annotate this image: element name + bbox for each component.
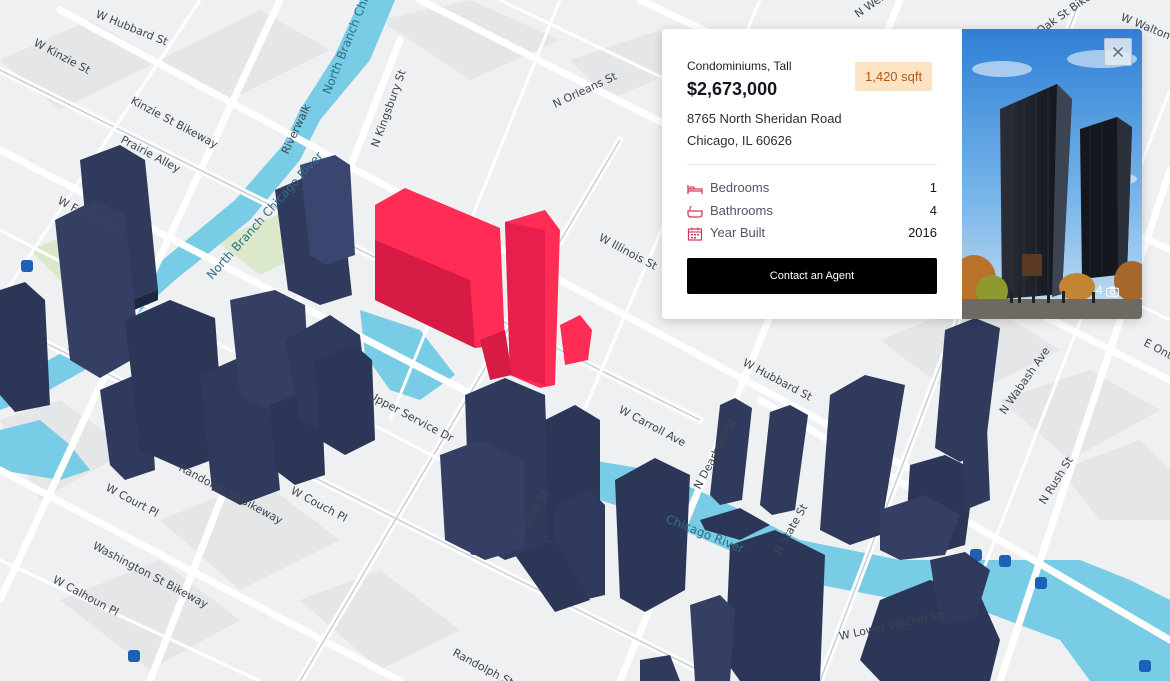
area-badge: 1,420 sqft — [855, 62, 933, 91]
detail-row-year-built: Year Built 2016 — [687, 224, 937, 244]
detail-label: Bathrooms — [710, 203, 773, 218]
detail-value: 4 — [929, 203, 937, 218]
detail-label: Year Built — [710, 225, 766, 240]
bathtub-icon — [687, 205, 703, 218]
detail-value: 2016 — [908, 225, 937, 240]
listing-address: 8765 North Sheridan Road Chicago, IL 606… — [687, 108, 937, 152]
listing-card: Condominiums, Tall $2,673,000 8765 North… — [662, 29, 1142, 319]
address-line-2: Chicago, IL 60626 — [687, 133, 793, 148]
photo-counter[interactable]: 4 — [1096, 282, 1119, 298]
bed-icon — [687, 185, 703, 194]
building-photo — [962, 29, 1142, 319]
close-icon — [1113, 47, 1123, 57]
camera-icon — [1105, 286, 1119, 297]
contact-agent-button[interactable]: Contact an Agent — [687, 258, 937, 294]
detail-row-bedrooms: Bedrooms 1 — [687, 179, 937, 199]
detail-label: Bedrooms — [710, 180, 770, 195]
address-line-1: 8765 North Sheridan Road — [687, 111, 842, 126]
divider — [687, 164, 937, 165]
close-button[interactable] — [1104, 38, 1132, 66]
photo-count: 4 — [1096, 283, 1103, 297]
detail-value: 1 — [929, 180, 937, 195]
calendar-icon — [687, 227, 703, 241]
listing-photo[interactable] — [962, 29, 1142, 319]
detail-row-bathrooms: Bathrooms 4 — [687, 202, 937, 222]
